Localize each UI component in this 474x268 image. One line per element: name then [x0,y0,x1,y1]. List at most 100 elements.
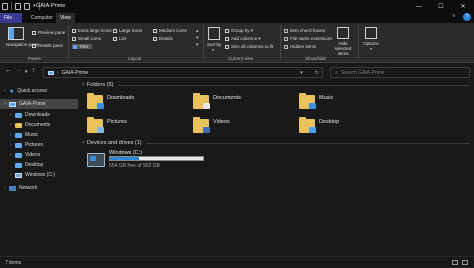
sort-icon [208,27,220,40]
chevron-down-icon[interactable]: ˅ [82,140,85,146]
layout-scroll-arrows[interactable]: ▴ ▾ ▾ [196,28,199,49]
tile-label: Music [319,95,334,101]
forward-button[interactable]: → [15,67,22,74]
ribbon-collapse-icon[interactable]: ˅ [452,14,456,20]
search-icon: ⌕ [335,69,338,76]
nav-item-videos[interactable]: › Videos [0,150,78,160]
star-icon: ★ [9,88,15,95]
add-columns-button[interactable]: Add columns ▾ [225,36,261,42]
nav-item-music[interactable]: › Music [0,130,78,140]
drive-tile-windows[interactable]: Windows (C:) 654 GB free of 953 GB [87,150,204,172]
address-row: ← → ▾ ↑ › GAIA-Prime ▾ ↻ ⌕ Search GAIA-P… [0,64,474,80]
computer-icon [9,101,16,107]
details-icon [153,36,157,41]
layout-small-icons[interactable]: Small icons [72,36,101,41]
folder-tile-documents[interactable]: Documents [193,93,241,109]
new-folder-icon[interactable] [24,2,30,10]
navigation-pane: › ★ Quick access ˅ GAIA-Prime › Downloads › D… [0,80,78,256]
maximize-button[interactable]: ☐ [430,0,452,13]
layout-option-label: Details [159,36,173,41]
address-dropdown-icon[interactable]: ▾ [300,70,303,76]
layout-details[interactable]: Details [153,36,173,41]
refresh-icon[interactable]: ↻ [315,70,319,76]
details-view-icon[interactable] [452,260,458,265]
help-icon[interactable]: ? [463,13,471,21]
documents-folder-icon [193,93,210,109]
folders-section-header[interactable]: ˅ Folders (6) [82,82,470,88]
drives-section-header[interactable]: ˅ Devices and drives (1) [82,140,470,146]
music-icon [15,132,22,138]
ribbon-divider [280,25,281,59]
options-button[interactable]: Options ▾ [362,27,380,51]
hide-selected-items-button[interactable]: Hide selected items [331,27,355,56]
large-icons-view-icon[interactable] [462,260,468,265]
minimize-button[interactable]: — [408,0,430,13]
recent-locations-button[interactable]: ▾ [25,69,28,75]
window-title: GAIA-Prime [36,3,66,9]
file-name-extensions-toggle[interactable]: File name extensions [284,36,333,41]
close-button[interactable]: ✕ [452,0,474,13]
folder-tile-downloads[interactable]: Downloads [87,93,134,109]
ribbon-divider [68,25,69,59]
tab-view[interactable]: View [56,13,75,23]
computer-icon [48,70,54,75]
layout-extra-large-icons[interactable]: Extra large icons [72,28,112,33]
layout-list[interactable]: List [113,36,126,41]
folder-tile-desktop[interactable]: Desktop [299,117,340,133]
breadcrumb-separator-icon: › [57,69,59,76]
details-pane-icon [32,43,36,48]
navigation-pane-label: Navigation pane [6,42,39,47]
desktop-folder-icon [299,117,316,133]
hide-selected-icon [337,27,349,39]
toolbar-divider [11,2,12,10]
layout-tiles[interactable]: Tiles [72,44,93,49]
search-input[interactable]: Search GAIA-Prime [341,70,385,76]
breadcrumb[interactable]: GAIA-Prime [62,70,89,76]
ribbon-divider [203,25,204,59]
back-button[interactable]: ← [5,67,12,74]
chevron-down-icon[interactable]: ˅ [82,82,85,88]
folders-header-label: Folders (6) [86,82,114,88]
nav-item-pictures[interactable]: › Pictures [0,140,78,150]
folder-tile-pictures[interactable]: Pictures [87,117,127,133]
nav-network[interactable]: › Network [0,183,78,193]
up-button[interactable]: ↑ [32,67,36,74]
nav-label: Windows (C:) [25,172,56,178]
folder-tile-videos[interactable]: Videos [193,117,230,133]
nav-quick-access[interactable]: › ★ Quick access [0,86,78,96]
folder-tile-music[interactable]: Music [299,93,334,109]
size-all-columns-button[interactable]: Size all columns to fit [225,44,273,49]
nav-label: Desktop [25,162,44,168]
layout-medium-icons[interactable]: Medium icons [153,28,187,33]
nav-label: Network [19,185,38,191]
tab-file[interactable]: File [0,13,22,23]
nav-item-documents[interactable]: › Documents [0,120,78,130]
properties-icon[interactable] [15,2,21,10]
nav-item-windows-drive[interactable]: › Windows (C:) [0,170,78,180]
tile-label: Desktop [319,119,340,125]
nav-item-desktop[interactable]: Desktop [0,160,78,170]
group-by-button[interactable]: Group by ▾ [225,28,253,34]
small-icons-icon [72,36,76,41]
layout-large-icons[interactable]: Large icons [113,28,142,33]
sort-by-label: Sort by [207,42,222,47]
tab-computer[interactable]: Computer [27,13,57,23]
tile-label: Videos [213,119,230,125]
details-pane-button[interactable]: Details pane [32,43,63,48]
layout-group-label: Layout [128,56,142,61]
computer-icon[interactable] [2,2,8,10]
navigation-pane-button[interactable]: Navigation pane [6,27,39,47]
preview-pane-button[interactable]: Preview pane [32,30,65,35]
sort-by-button[interactable]: Sort by ▾ [207,27,221,52]
address-bar[interactable]: › GAIA-Prime ▾ ↻ [43,67,323,78]
nav-label: Videos [25,152,41,158]
nav-this-pc[interactable]: ˅ GAIA-Prime [0,99,78,109]
medium-icons-icon [153,28,157,33]
title-bar: ▾ GAIA-Prime — ☐ ✕ [0,0,474,13]
item-check-boxes-toggle[interactable]: Item check boxes [284,28,325,33]
hidden-items-toggle[interactable]: Hidden items [284,44,316,49]
search-box[interactable]: ⌕ Search GAIA-Prime [330,67,470,78]
group-by-icon [225,28,229,33]
nav-item-downloads[interactable]: › Downloads [0,110,78,120]
pictures-folder-icon [87,117,104,133]
